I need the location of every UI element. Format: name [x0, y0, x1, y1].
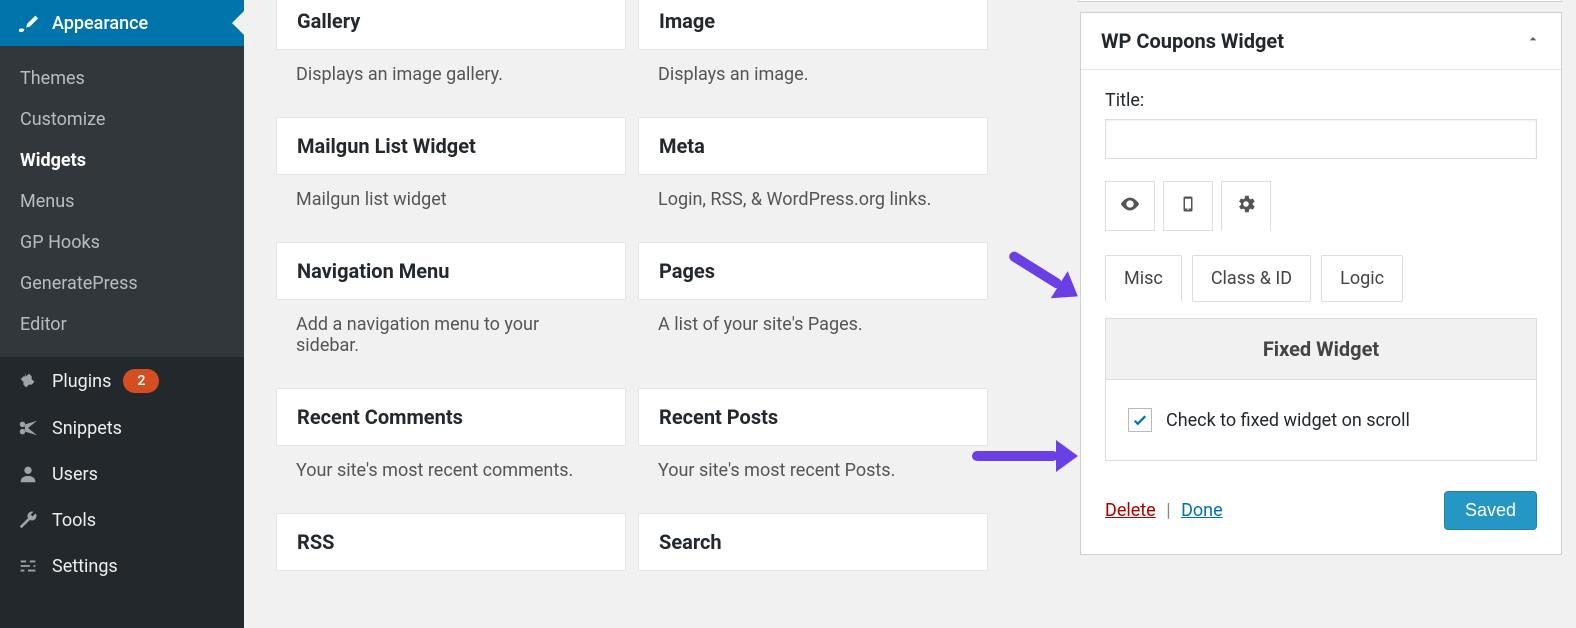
- fixed-widget-checkbox-label: Check to fixed widget on scroll: [1166, 410, 1410, 431]
- delete-link[interactable]: Delete: [1105, 500, 1156, 521]
- widget-desc: Displays an image gallery.: [276, 50, 626, 105]
- sidebar-label-appearance: Appearance: [52, 13, 148, 34]
- widget-panel-header[interactable]: WP Coupons Widget: [1081, 13, 1561, 70]
- widget-title: Pages: [639, 243, 987, 299]
- title-input[interactable]: [1105, 119, 1537, 159]
- sidebar-item-users[interactable]: Users: [0, 451, 244, 497]
- available-widgets: Gallery Displays an image gallery. Image…: [244, 0, 1576, 628]
- widget-desc: Your site's most recent Posts.: [638, 446, 988, 501]
- display-mode-tabs: [1105, 181, 1537, 231]
- phone-icon: [1179, 193, 1197, 219]
- action-divider: |: [1160, 500, 1176, 521]
- widget-title: Mailgun List Widget: [277, 118, 625, 174]
- widget-recent-comments[interactable]: Recent Comments: [276, 388, 626, 446]
- sidebar-item-widgets[interactable]: Widgets: [0, 140, 244, 181]
- widget-panel-actions: Delete | Done Saved: [1105, 491, 1537, 530]
- wrench-icon: [16, 509, 40, 531]
- gear-icon: [1235, 193, 1257, 219]
- sidebar-item-appearance[interactable]: Appearance: [0, 0, 244, 46]
- widget-title: Recent Posts: [639, 389, 987, 445]
- user-icon: [16, 463, 40, 485]
- widget-title: RSS: [277, 514, 625, 570]
- appearance-submenu: Themes Customize Widgets Menus GP Hooks …: [0, 46, 244, 357]
- sidebar-item-themes[interactable]: Themes: [0, 58, 244, 99]
- sidebar-item-customize[interactable]: Customize: [0, 99, 244, 140]
- widget-title: Navigation Menu: [277, 243, 625, 299]
- widget-desc: Add a navigation menu to your sidebar.: [276, 300, 626, 376]
- sidebar-item-settings[interactable]: Settings: [0, 543, 244, 589]
- widget-mailgun[interactable]: Mailgun List Widget: [276, 117, 626, 175]
- fixed-widget-section: Fixed Widget Check to fixed widget on sc…: [1105, 318, 1537, 461]
- widget-pages[interactable]: Pages: [638, 242, 988, 300]
- wp-coupons-widget-panel: WP Coupons Widget Title:: [1080, 12, 1562, 555]
- admin-sidebar: Appearance Themes Customize Widgets Menu…: [0, 0, 244, 628]
- settings-subtabs: Misc Class & ID Logic: [1105, 255, 1537, 302]
- saved-button[interactable]: Saved: [1444, 491, 1537, 530]
- annotation-arrow-checkbox: [972, 440, 1078, 472]
- sidebar-item-tools[interactable]: Tools: [0, 497, 244, 543]
- sidebar-item-menus[interactable]: Menus: [0, 181, 244, 222]
- sidebar-item-generatepress[interactable]: GeneratePress: [0, 263, 244, 304]
- title-label: Title:: [1105, 90, 1537, 111]
- settings-tab[interactable]: [1221, 181, 1271, 231]
- widget-panel-title: WP Coupons Widget: [1101, 29, 1284, 53]
- fixed-widget-heading: Fixed Widget: [1106, 319, 1536, 380]
- sidebar-label-tools: Tools: [52, 510, 96, 531]
- eye-icon: [1119, 193, 1141, 219]
- widget-settings-area: WP Coupons Widget Title:: [1080, 12, 1562, 569]
- sidebar-item-snippets[interactable]: Snippets: [0, 405, 244, 451]
- widget-meta[interactable]: Meta: [638, 117, 988, 175]
- sidebar-item-plugins[interactable]: Plugins 2: [0, 357, 244, 405]
- widget-title: Image: [639, 0, 987, 49]
- sidebar-label-users: Users: [52, 464, 98, 485]
- cutoff-panel: [1078, 0, 1562, 2]
- plugins-update-badge: 2: [123, 369, 159, 393]
- widget-title: Recent Comments: [277, 389, 625, 445]
- fixed-widget-checkbox[interactable]: [1128, 408, 1152, 432]
- sidebar-item-gp-hooks[interactable]: GP Hooks: [0, 222, 244, 263]
- widget-desc: Displays an image.: [638, 50, 988, 105]
- widget-recent-posts[interactable]: Recent Posts: [638, 388, 988, 446]
- widget-title: Search: [639, 514, 987, 570]
- widget-navigation-menu[interactable]: Navigation Menu: [276, 242, 626, 300]
- paintbrush-icon: [16, 12, 40, 34]
- plugins-icon: [16, 370, 40, 392]
- collapse-icon: [1525, 31, 1541, 51]
- widget-image[interactable]: Image: [638, 0, 988, 50]
- sidebar-label-settings: Settings: [52, 556, 118, 577]
- sidebar-label-snippets: Snippets: [52, 418, 122, 439]
- visibility-tab[interactable]: [1105, 181, 1155, 231]
- widget-title: Gallery: [277, 0, 625, 49]
- sliders-icon: [16, 555, 40, 577]
- tab-class-id[interactable]: Class & ID: [1192, 255, 1311, 302]
- widget-desc: Your site's most recent comments.: [276, 446, 626, 501]
- tab-misc[interactable]: Misc: [1105, 255, 1182, 302]
- widget-desc: Mailgun list widget: [276, 175, 626, 230]
- done-link[interactable]: Done: [1181, 500, 1223, 521]
- device-tab[interactable]: [1163, 181, 1213, 231]
- widget-search[interactable]: Search: [638, 513, 988, 571]
- sidebar-label-plugins: Plugins: [52, 371, 111, 392]
- tab-logic[interactable]: Logic: [1321, 255, 1403, 302]
- widget-gallery[interactable]: Gallery: [276, 0, 626, 50]
- sidebar-item-editor[interactable]: Editor: [0, 304, 244, 345]
- scissors-icon: [16, 417, 40, 439]
- widget-title: Meta: [639, 118, 987, 174]
- widget-desc: A list of your site's Pages.: [638, 300, 988, 355]
- widget-rss[interactable]: RSS: [276, 513, 626, 571]
- widget-desc: Login, RSS, & WordPress.org links.: [638, 175, 988, 230]
